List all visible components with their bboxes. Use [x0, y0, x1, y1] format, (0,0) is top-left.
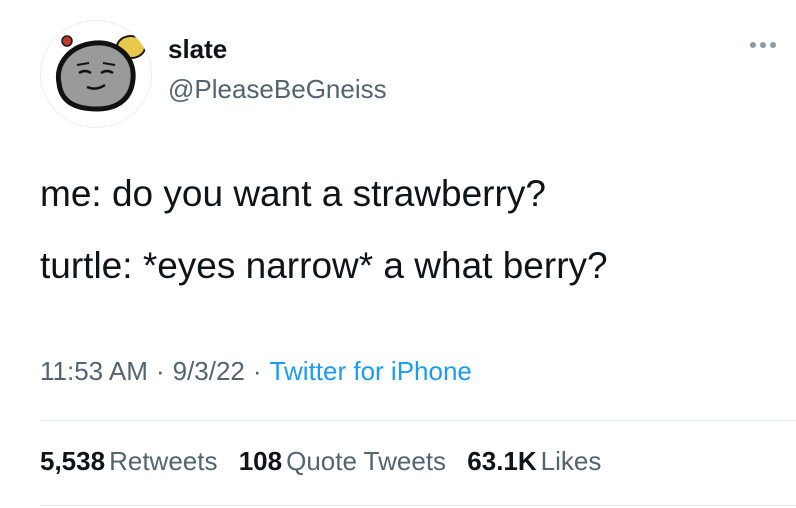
retweets-stat[interactable]: 5,538 Retweets	[40, 446, 217, 477]
likes-count: 63.1K	[467, 446, 537, 476]
quote-tweets-stat[interactable]: 108 Quote Tweets	[239, 446, 446, 477]
meta-separator: ·	[252, 356, 262, 386]
user-handle[interactable]: @PleaseBeGneiss	[168, 74, 387, 105]
quote-tweets-label: Quote Tweets	[286, 446, 447, 476]
rock-avatar-icon	[55, 35, 146, 112]
tweet-source-link[interactable]: Twitter for iPhone	[270, 356, 472, 386]
retweets-label: Retweets	[109, 446, 218, 476]
meta-separator: ·	[155, 356, 165, 386]
tweet-card: slate @PleaseBeGneiss me: do you want a …	[0, 0, 796, 508]
likes-label: Likes	[540, 446, 602, 476]
tweet-line: turtle: *eyes narrow* a what berry?	[40, 245, 608, 286]
tweet-date[interactable]: 9/3/22	[173, 356, 245, 386]
avatar[interactable]	[40, 20, 152, 128]
quote-tweets-count: 108	[238, 446, 283, 476]
tweet-stats: 5,538 Retweets 108 Quote Tweets 63.1K Likes	[40, 446, 615, 477]
retweets-count: 5,538	[40, 446, 106, 476]
tweet-time[interactable]: 11:53 AM	[40, 356, 148, 386]
divider	[40, 420, 796, 421]
tweet-text: me: do you want a strawberry? turtle: *e…	[40, 172, 780, 316]
more-options-icon[interactable]	[748, 38, 778, 52]
display-name[interactable]: slate	[168, 34, 227, 65]
likes-stat[interactable]: 63.1K Likes	[467, 446, 601, 477]
tweet-line: me: do you want a strawberry?	[40, 173, 546, 214]
tweet-meta: 11:53 AM · 9/3/22 · Twitter for iPhone	[40, 356, 472, 387]
divider	[40, 505, 796, 506]
